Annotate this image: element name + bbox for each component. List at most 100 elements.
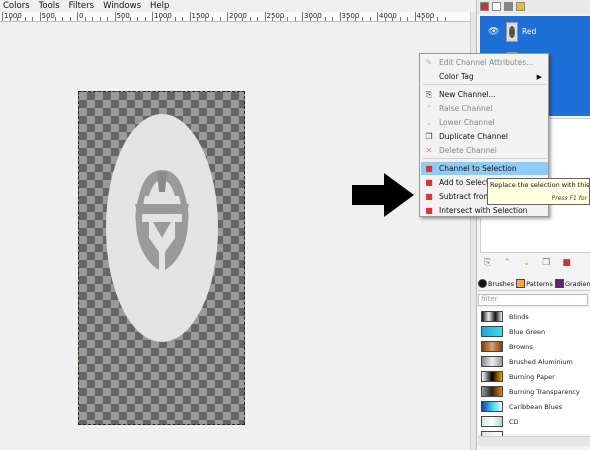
ruler-tick [159,17,161,21]
subtract-selection-icon: ■ [425,192,433,201]
channels-tab-icon[interactable] [492,2,501,11]
channel-row[interactable]: 👁 Red [480,18,590,46]
gradient-item[interactable]: Browns [478,339,590,354]
menu-item-label: New Channel... [439,90,496,99]
eye-icon[interactable]: 👁 [488,27,499,37]
menu-tools[interactable]: Tools [36,1,66,11]
gradient-name: Browns [509,342,533,351]
ruler-tick [2,12,3,21]
gradient-swatch [481,416,503,427]
gradient-swatch [481,386,503,397]
tab-brushes[interactable]: Brushes [478,279,514,288]
menu-item-duplicate-channel[interactable]: ❐ Duplicate Channel [421,130,548,143]
new-channel-icon: ⎘ [425,90,433,99]
ruler-tick [32,17,33,21]
pointer-arrow-icon [352,173,414,217]
menu-item-color-tag[interactable]: Color Tag ▶ [421,70,548,83]
edit-attributes-icon: ✎ [425,58,433,67]
filter-input[interactable]: filter [478,294,588,306]
ruler-tick [77,12,78,21]
ruler-tick [219,17,221,21]
new-channel-icon[interactable]: ⎘ [484,258,491,268]
ruler-tick [9,17,11,21]
menu-help[interactable]: Help [147,1,175,11]
ruler-tick [24,17,26,21]
horizontal-ruler[interactable]: 1000 500 0 500 1000 1500 2000 2500 3000 3500 4000 4… [0,12,476,22]
gradient-item[interactable]: CD [478,414,590,429]
gradient-item[interactable]: Burning Transparency [478,384,590,399]
gradient-item[interactable]: Blinds [478,309,590,324]
dock-tab-bar [477,0,590,14]
duplicate-channel-icon[interactable]: ❐ [542,258,550,268]
pattern-icon [516,279,526,288]
menu-item-lower-channel[interactable]: ⌄ Lower Channel [421,116,548,129]
canvas-area[interactable] [0,23,476,450]
ruler-tick [324,17,326,21]
duplicate-icon: ❐ [425,132,433,141]
menu-item-raise-channel[interactable]: ⌃ Raise Channel [421,102,548,115]
paths-tab-icon[interactable] [504,2,513,11]
gradient-item[interactable]: Caribbean Blues [478,399,590,414]
gradient-item[interactable]: Burning Paper [478,369,590,384]
menu-filters[interactable]: Filters [66,1,100,11]
menubar: Colors Tools Filters Windows Help [0,0,476,12]
menu-item-edit-channel-attributes[interactable]: ✎ Edit Channel Attributes... [421,56,548,69]
menu-item-delete-channel[interactable]: ✕ Delete Channel [421,144,548,157]
ruler-tick [107,17,108,21]
image-canvas[interactable] [78,91,245,425]
ruler-tick [84,17,86,21]
menu-windows[interactable]: Windows [100,1,147,11]
ruler-tick [279,17,281,21]
gradient-item[interactable]: Blue Green [478,324,590,339]
ruler-tick [414,12,416,21]
ruler-tick [114,12,116,21]
ruler-tick [39,12,41,21]
delete-channel-icon[interactable]: ■ [562,258,571,268]
raise-icon: ⌃ [425,104,433,113]
ruler-tick [272,17,273,21]
tooltip: Replace the selection with this Press F1… [487,178,590,205]
tab-patterns[interactable]: Patterns [516,279,553,288]
undo-tab-icon[interactable] [516,2,525,11]
layers-tab-icon[interactable] [480,2,489,11]
menu-item-label: Raise Channel [439,104,493,113]
ruler-tick [407,17,408,21]
ruler-tick [212,17,213,21]
ruler-tick [377,12,378,21]
menu-colors[interactable]: Colors [0,1,36,11]
ruler-tick [287,17,288,21]
channel-toolbar: ⎘ ⌃ ⌄ ❐ ■ [478,256,590,270]
ruler-tick [399,17,401,21]
gradient-name: CD [509,417,519,426]
ruler-tick [444,17,446,21]
gradient-swatch [481,356,503,367]
ruler-tick [92,17,93,21]
ruler-tick [189,12,191,21]
tab-gradients[interactable]: Gradients [554,279,590,288]
tab-label: Patterns [526,279,553,288]
ruler-tick [99,17,101,21]
ruler-label: 500 [116,12,130,20]
ruler-label: 3500 [341,12,360,20]
menu-item-channel-to-selection[interactable]: ■ Channel to Selection [421,162,548,175]
gradient-list-scrollbar[interactable] [478,436,590,446]
ruler-tick [47,17,48,21]
ruler-tick [227,12,228,21]
ruler-tick [62,17,63,21]
menu-item-new-channel[interactable]: ⎘ New Channel... [421,88,548,101]
gradient-list[interactable]: Blinds Blue Green Browns Brushed Aluminium B… [478,308,590,442]
raise-channel-icon[interactable]: ⌃ [503,258,511,268]
resource-tabs: Brushes Patterns Gradients [476,277,590,291]
ruler-tick [362,17,363,21]
gradient-item[interactable]: Brushed Aluminium [478,354,590,369]
ruler-label: 2000 [229,12,247,20]
gradient-swatch [481,341,503,352]
ruler-tick [257,17,258,21]
add-selection-icon: ■ [425,178,433,187]
ruler-tick [264,12,266,21]
lower-channel-icon[interactable]: ⌄ [523,258,531,268]
brush-icon [478,279,487,288]
ruler-tick [144,17,146,21]
menu-item-intersect-with-selection[interactable]: ■ Intersect with Selection [421,204,548,217]
gradient-name: Blue Green [509,327,546,336]
